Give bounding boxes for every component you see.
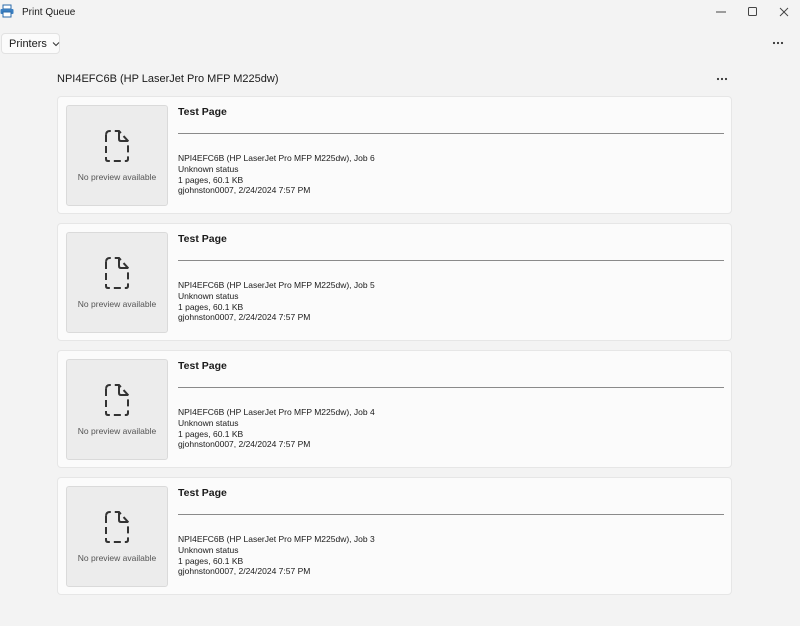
job-preview: No preview available [66, 105, 168, 206]
job-owner-time: gjohnston0007, 2/24/2024 7:57 PM [178, 566, 311, 577]
document-icon [105, 511, 129, 543]
job-title: Test Page [178, 233, 227, 245]
job-status: Unknown status [178, 544, 239, 555]
job-status: Unknown status [178, 290, 239, 301]
job-card[interactable]: No preview available Test Page NPI4EFC6B… [57, 477, 732, 595]
job-progress-bar [178, 514, 724, 515]
printer-more-button[interactable] [712, 71, 732, 87]
job-printer-line: NPI4EFC6B (HP LaserJet Pro MFP M225dw), … [178, 534, 375, 544]
job-card[interactable]: No preview available Test Page NPI4EFC6B… [57, 96, 732, 214]
job-owner-time: gjohnston0007, 2/24/2024 7:57 PM [178, 185, 311, 196]
no-preview-text: No preview available [77, 426, 157, 436]
chevron-down-icon [52, 41, 60, 47]
job-title: Test Page [178, 487, 227, 499]
job-title: Test Page [178, 106, 227, 118]
more-icon [772, 41, 784, 45]
minimize-button[interactable] [713, 4, 729, 20]
job-card[interactable]: No preview available Test Page NPI4EFC6B… [57, 223, 732, 341]
job-list: No preview available Test Page NPI4EFC6B… [57, 96, 732, 604]
job-status: Unknown status [178, 417, 239, 428]
printers-dropdown[interactable]: Printers [1, 33, 60, 54]
more-options-button[interactable] [768, 35, 788, 51]
job-status: Unknown status [178, 163, 239, 174]
job-preview: No preview available [66, 359, 168, 460]
job-title: Test Page [178, 360, 227, 372]
job-printer-line: NPI4EFC6B (HP LaserJet Pro MFP M225dw), … [178, 280, 375, 290]
job-details: NPI4EFC6B (HP LaserJet Pro MFP M225dw), … [178, 153, 375, 196]
printers-label: Printers [9, 37, 47, 50]
more-icon [716, 77, 728, 81]
job-preview: No preview available [66, 486, 168, 587]
maximize-button[interactable] [745, 4, 761, 20]
job-progress-bar [178, 260, 724, 261]
job-details: NPI4EFC6B (HP LaserJet Pro MFP M225dw), … [178, 407, 375, 450]
job-owner-time: gjohnston0007, 2/24/2024 7:57 PM [178, 439, 311, 450]
job-size: 1 pages, 60.1 KB [178, 174, 244, 185]
job-card[interactable]: No preview available Test Page NPI4EFC6B… [57, 350, 732, 468]
no-preview-text: No preview available [77, 172, 157, 182]
document-icon [105, 384, 129, 416]
printer-icon [0, 4, 14, 18]
no-preview-text: No preview available [77, 553, 157, 563]
document-icon [105, 257, 129, 289]
no-preview-text: No preview available [77, 299, 157, 309]
job-details: NPI4EFC6B (HP LaserJet Pro MFP M225dw), … [178, 534, 375, 577]
job-printer-line: NPI4EFC6B (HP LaserJet Pro MFP M225dw), … [178, 407, 375, 417]
job-progress-bar [178, 387, 724, 388]
document-icon [105, 130, 129, 162]
job-printer-line: NPI4EFC6B (HP LaserJet Pro MFP M225dw), … [178, 153, 375, 163]
window-title: Print Queue [22, 7, 76, 18]
job-preview: No preview available [66, 232, 168, 333]
job-details: NPI4EFC6B (HP LaserJet Pro MFP M225dw), … [178, 280, 375, 323]
job-size: 1 pages, 60.1 KB [178, 428, 244, 439]
job-size: 1 pages, 60.1 KB [178, 555, 244, 566]
job-size: 1 pages, 60.1 KB [178, 301, 244, 312]
job-owner-time: gjohnston0007, 2/24/2024 7:57 PM [178, 312, 311, 323]
job-progress-bar [178, 133, 724, 134]
printer-name: NPI4EFC6B (HP LaserJet Pro MFP M225dw) [57, 73, 279, 85]
close-button[interactable] [776, 4, 792, 20]
title-bar: Print Queue [0, 0, 800, 24]
